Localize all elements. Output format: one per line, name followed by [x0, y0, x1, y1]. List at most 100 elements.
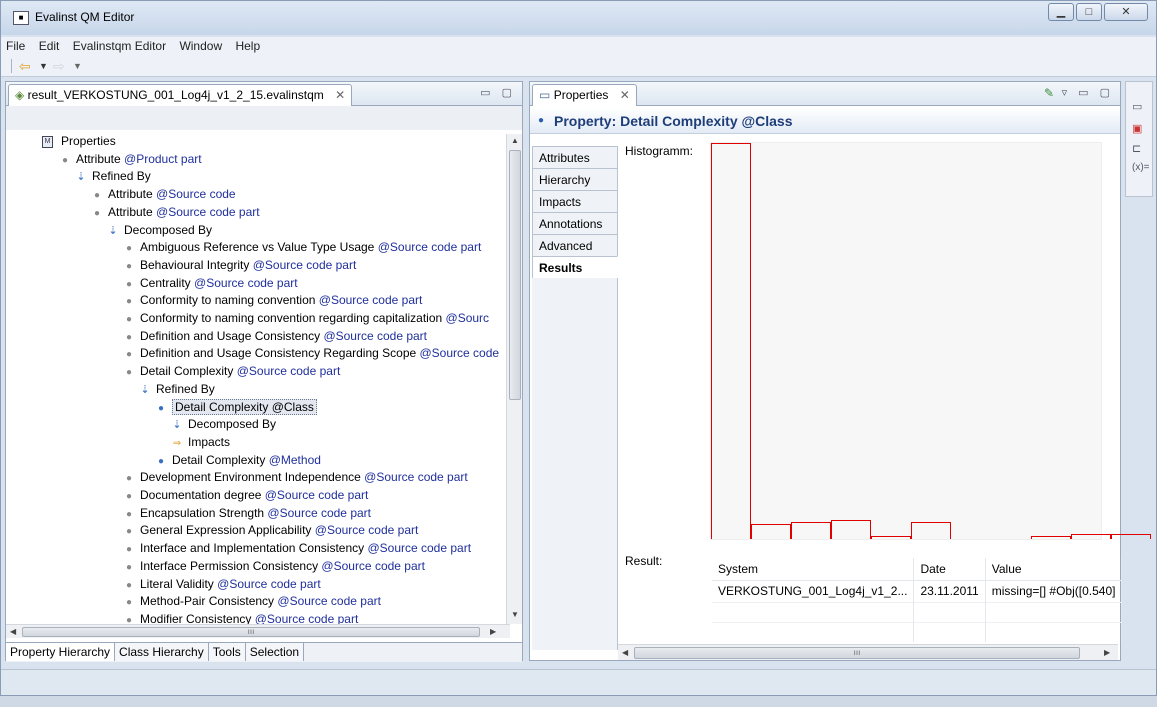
menu-edit[interactable]: Edit: [34, 37, 65, 55]
tree-item-type: @Source code: [419, 346, 500, 361]
tree-horizontal-scrollbar[interactable]: ◀ ııı ▶: [6, 624, 510, 638]
refined-by-icon: ⇣: [172, 419, 182, 432]
close-button[interactable]: ✕: [1104, 3, 1148, 21]
tree-item[interactable]: ● Behavioural Integrity @Source code part: [122, 256, 356, 274]
menu-bar: File Edit Evalinstqm Editor Window Help: [1, 37, 1156, 55]
properties-view-menu-icon[interactable]: ▿ ▭ ▢: [1062, 86, 1114, 99]
scroll-left-icon[interactable]: ◀: [10, 627, 16, 636]
scroll-down-icon[interactable]: ▼: [511, 610, 519, 619]
tab-class-hierarchy[interactable]: Class Hierarchy: [115, 643, 209, 661]
pin-icon[interactable]: ✎: [1044, 86, 1054, 100]
tree-item[interactable]: ⇣ Refined By: [138, 380, 215, 398]
app-window: ■ Evalinst QM Editor ▁ □ ✕ File Edit Eva…: [0, 0, 1157, 696]
histogram-bar: [831, 520, 871, 539]
tree-item[interactable]: ● Ambiguous Reference vs Value Type Usage…: [122, 238, 481, 256]
file-icon: ◈: [15, 88, 25, 102]
back-arrow-icon[interactable]: ⇦: [19, 58, 31, 75]
tab-property-hierarchy[interactable]: Property Hierarchy: [6, 643, 116, 661]
restore-icon[interactable]: ▭: [1132, 100, 1142, 113]
empty-row: [712, 621, 1123, 642]
tree-item-type: @Source code part: [194, 275, 298, 290]
editor-header-strip: [6, 106, 522, 130]
tree-item[interactable]: ● Attribute @Product part: [58, 150, 202, 168]
forward-dropdown-icon[interactable]: ▼: [73, 61, 82, 71]
tree-hscroll-thumb[interactable]: ııı: [22, 627, 480, 637]
tab-results[interactable]: Results: [532, 256, 618, 278]
forward-arrow-icon[interactable]: ⇨: [53, 58, 65, 75]
results-scroll-left-icon[interactable]: ◀: [622, 648, 628, 657]
minimize-button[interactable]: ▁: [1048, 3, 1074, 21]
tab-annotations[interactable]: Annotations: [532, 212, 618, 234]
menu-help[interactable]: Help: [230, 37, 265, 55]
column-system[interactable]: System: [712, 558, 915, 581]
tree-item[interactable]: ● Development Environment Independence @S…: [122, 468, 468, 486]
tree-item[interactable]: ● Documentation degree @Source code part: [122, 486, 368, 504]
result-label: Result:: [625, 554, 663, 568]
tree-item[interactable]: ● Definition and Usage Consistency Regard…: [122, 344, 499, 362]
properties-view-icon: ▭: [539, 88, 551, 102]
tree-item[interactable]: M Properties: [42, 132, 116, 150]
tree-vscroll-thumb[interactable]: [509, 150, 521, 400]
tree-item[interactable]: ● Conformity to naming convention @Source…: [122, 291, 422, 309]
tab-tools[interactable]: Tools: [208, 643, 246, 661]
scroll-right-icon[interactable]: ▶: [490, 627, 496, 636]
tree-item[interactable]: ● Definition and Usage Consistency @Sourc…: [122, 327, 427, 345]
tree-item[interactable]: ● General Expression Applicability @Sourc…: [122, 521, 418, 539]
table-row[interactable]: VERKOSTUNG_001_Log4j_v1_2... 23.11.2011 …: [712, 580, 1123, 602]
editor-panel: ◈ result_VERKOSTUNG_001_Log4j_v1_2_15.ev…: [5, 81, 523, 662]
view-minmax-icon[interactable]: ▭ ▢: [480, 86, 516, 99]
variables-icon[interactable]: (x)=: [1132, 162, 1150, 173]
node-dot-icon: ●: [61, 154, 69, 166]
tree-item-label: Behavioural Integrity: [140, 257, 253, 272]
outline-icon[interactable]: ▣: [1132, 122, 1142, 135]
tree-item-label: Documentation degree: [140, 488, 265, 502]
tree-item[interactable]: ● Conformity to naming convention regardi…: [122, 309, 489, 327]
tree-item-type: @Source code part: [264, 488, 369, 502]
tree-vertical-scrollbar[interactable]: ▲ ▼: [506, 134, 522, 624]
tab-hierarchy[interactable]: Hierarchy: [532, 168, 618, 190]
tree-item[interactable]: ⇣ Decomposed By: [106, 221, 212, 239]
properties-tab[interactable]: ▭ Properties ✕: [532, 84, 637, 106]
editor-tab-label: result_VERKOSTUNG_001_Log4j_v1_2_15.eval…: [27, 88, 324, 102]
close-tab-icon[interactable]: ✕: [335, 88, 345, 102]
tree-item[interactable]: ● Interface and Implementation Consistenc…: [122, 539, 471, 557]
back-dropdown-icon[interactable]: ▼: [39, 61, 48, 71]
tree-item[interactable]: ● Detail Complexity @Method: [154, 451, 321, 469]
tab-impacts[interactable]: Impacts: [532, 190, 618, 212]
tab-attributes[interactable]: Attributes: [532, 146, 618, 168]
tab-advanced[interactable]: Advanced: [532, 234, 618, 256]
tree-item-type: @Source code part: [156, 204, 260, 219]
tree-item[interactable]: ⇣ Decomposed By: [170, 415, 276, 433]
maximize-button[interactable]: □: [1076, 3, 1102, 21]
tree-item[interactable]: ● Detail Complexity @Class: [154, 398, 317, 416]
tree-item[interactable]: ● Interface Permission Consistency @Sourc…: [122, 557, 425, 575]
menu-window[interactable]: Window: [174, 37, 227, 55]
tree-item[interactable]: ● Encapsulation Strength @Source code par…: [122, 504, 371, 522]
editor-tab[interactable]: ◈ result_VERKOSTUNG_001_Log4j_v1_2_15.ev…: [8, 84, 353, 106]
properties-icon: M: [42, 135, 53, 148]
property-side-tabs: Attributes Hierarchy Impacts Annotations…: [532, 146, 618, 278]
tree-item-label: Refined By: [156, 381, 215, 396]
column-value[interactable]: Value: [985, 558, 1123, 581]
menu-evalinstqm-editor[interactable]: Evalinstqm Editor: [68, 37, 171, 55]
tree-item[interactable]: ⇣ Refined By: [74, 167, 150, 185]
tree-item[interactable]: ● Attribute @Source code part: [90, 203, 260, 221]
menu-file[interactable]: File: [1, 37, 30, 55]
tree-item[interactable]: ● Centrality @Source code part: [122, 274, 298, 292]
results-scroll-right-icon[interactable]: ▶: [1104, 648, 1110, 657]
tree-item[interactable]: ● Method-Pair Consistency @Source code pa…: [122, 592, 381, 610]
tab-selection[interactable]: Selection: [245, 643, 305, 661]
tree-item[interactable]: ● Detail Complexity @Source code part: [122, 362, 340, 380]
tree-item[interactable]: ⇒ Impacts: [170, 433, 230, 451]
tree-item-label: Interface and Implementation Consistency: [140, 541, 368, 556]
column-date[interactable]: Date: [913, 558, 986, 581]
scroll-up-icon[interactable]: ▲: [511, 136, 519, 145]
results-horizontal-scrollbar[interactable]: ◀ ııı ▶: [618, 644, 1118, 660]
tree-item[interactable]: ● Literal Validity @Source code part: [122, 575, 321, 593]
hierarchy-icon[interactable]: ⊏: [1132, 142, 1141, 155]
tree-item[interactable]: ● Attribute @Source code: [90, 185, 236, 203]
tree-item-type: @Source code part: [236, 364, 341, 379]
results-hscroll-thumb[interactable]: ııı: [634, 647, 1080, 659]
tree-item-label: Development Environment Independence: [140, 470, 365, 485]
close-properties-tab-icon[interactable]: ✕: [620, 88, 630, 102]
